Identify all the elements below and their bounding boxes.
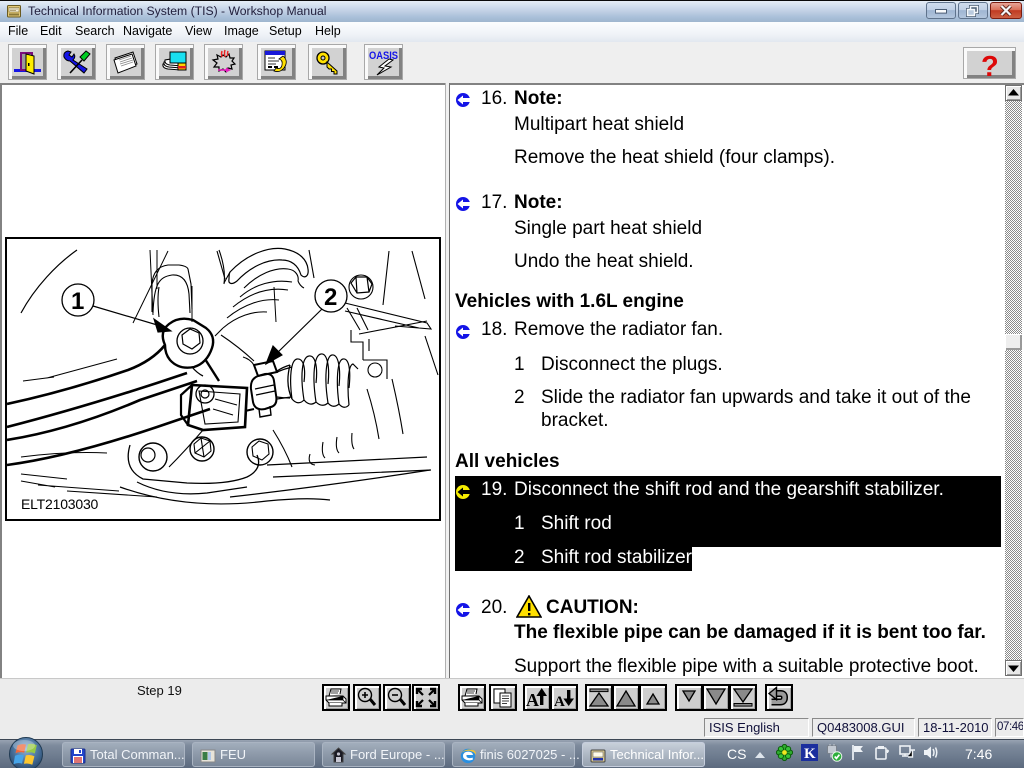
svg-text:?: ? [981,51,999,79]
svg-text:A: A [526,690,539,709]
svg-text:K: K [804,746,816,761]
svg-text:1: 1 [71,288,84,315]
svg-text:A: A [554,694,565,709]
svg-text:2: 2 [324,284,337,311]
svg-text:OASIS: OASIS [369,50,398,62]
